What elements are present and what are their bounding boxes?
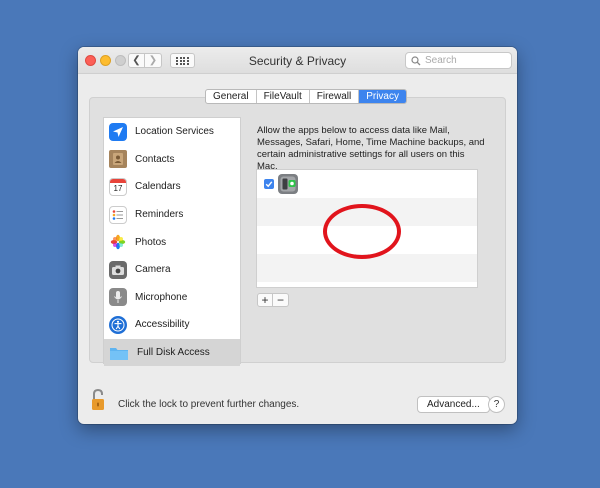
microphone-icon — [109, 288, 127, 307]
unlocked-padlock-icon[interactable] — [91, 389, 107, 411]
sidebar-item-label: Camera — [135, 264, 171, 276]
sidebar-item-label: Location Services — [135, 126, 214, 138]
preferences-window: ❮ ❯ Security & Privacy Search General Fi… — [78, 47, 517, 424]
sidebar-item-calendars[interactable]: 17 Calendars — [104, 173, 240, 201]
sidebar-item-label: Reminders — [135, 209, 184, 221]
folder-icon — [109, 344, 129, 362]
search-placeholder: Search — [425, 55, 457, 66]
help-button[interactable]: ? — [488, 396, 505, 413]
sidebar-item-label: Photos — [135, 236, 167, 248]
location-arrow-icon — [109, 122, 127, 141]
accessibility-icon — [109, 315, 127, 334]
camera-icon — [109, 260, 127, 279]
sidebar-item-photos[interactable]: Photos — [104, 228, 240, 256]
contacts-book-icon — [109, 150, 127, 169]
app-row[interactable] — [257, 170, 477, 198]
tab-bar: General FileVault Firewall Privacy — [205, 89, 407, 104]
add-remove-controls: + − — [257, 293, 289, 307]
sidebar-item-accessibility[interactable]: Accessibility — [104, 311, 240, 339]
sidebar-item-microphone[interactable]: Microphone — [104, 284, 240, 312]
advanced-button[interactable]: Advanced... — [417, 396, 490, 413]
calendar-day: 17 — [113, 183, 123, 193]
reminders-list-icon — [109, 205, 127, 224]
sidebar-item-label: Microphone — [135, 291, 188, 303]
search-field[interactable]: Search — [405, 52, 512, 69]
add-app-button[interactable]: + — [257, 293, 273, 307]
lock-message: Click the lock to prevent further change… — [118, 399, 300, 410]
sidebar-item-location-services[interactable]: Location Services — [104, 118, 240, 146]
sidebar-item-contacts[interactable]: Contacts — [104, 146, 240, 174]
sidebar-item-label: Calendars — [135, 181, 181, 193]
sidebar-item-label: Accessibility — [135, 319, 190, 331]
tab-firewall[interactable]: Firewall — [310, 90, 360, 103]
photos-flower-icon — [109, 233, 127, 252]
magnifier-icon — [411, 55, 421, 65]
access-description: Allow the apps below to access data like… — [257, 125, 485, 172]
tab-privacy[interactable]: Privacy — [359, 90, 406, 103]
annotation-circle — [323, 204, 401, 259]
privacy-category-list: Location Services Contacts 17 Calendars — [103, 117, 241, 367]
tab-filevault[interactable]: FileVault — [257, 90, 310, 103]
checkmark-icon — [265, 181, 273, 188]
sidebar-item-camera[interactable]: Camera — [104, 256, 240, 284]
calendar-icon: 17 — [109, 177, 127, 196]
title-bar: ❮ ❯ Security & Privacy Search — [78, 47, 517, 74]
app-icon — [278, 174, 298, 194]
app-access-checkbox[interactable] — [264, 179, 274, 189]
sidebar-item-reminders[interactable]: Reminders — [104, 201, 240, 229]
sidebar-item-full-disk-access[interactable]: Full Disk Access — [104, 338, 240, 367]
remove-app-button[interactable]: − — [273, 293, 289, 307]
sidebar-item-label: Full Disk Access — [137, 347, 210, 359]
sidebar-item-label: Contacts — [135, 153, 175, 165]
tab-general[interactable]: General — [206, 90, 257, 103]
